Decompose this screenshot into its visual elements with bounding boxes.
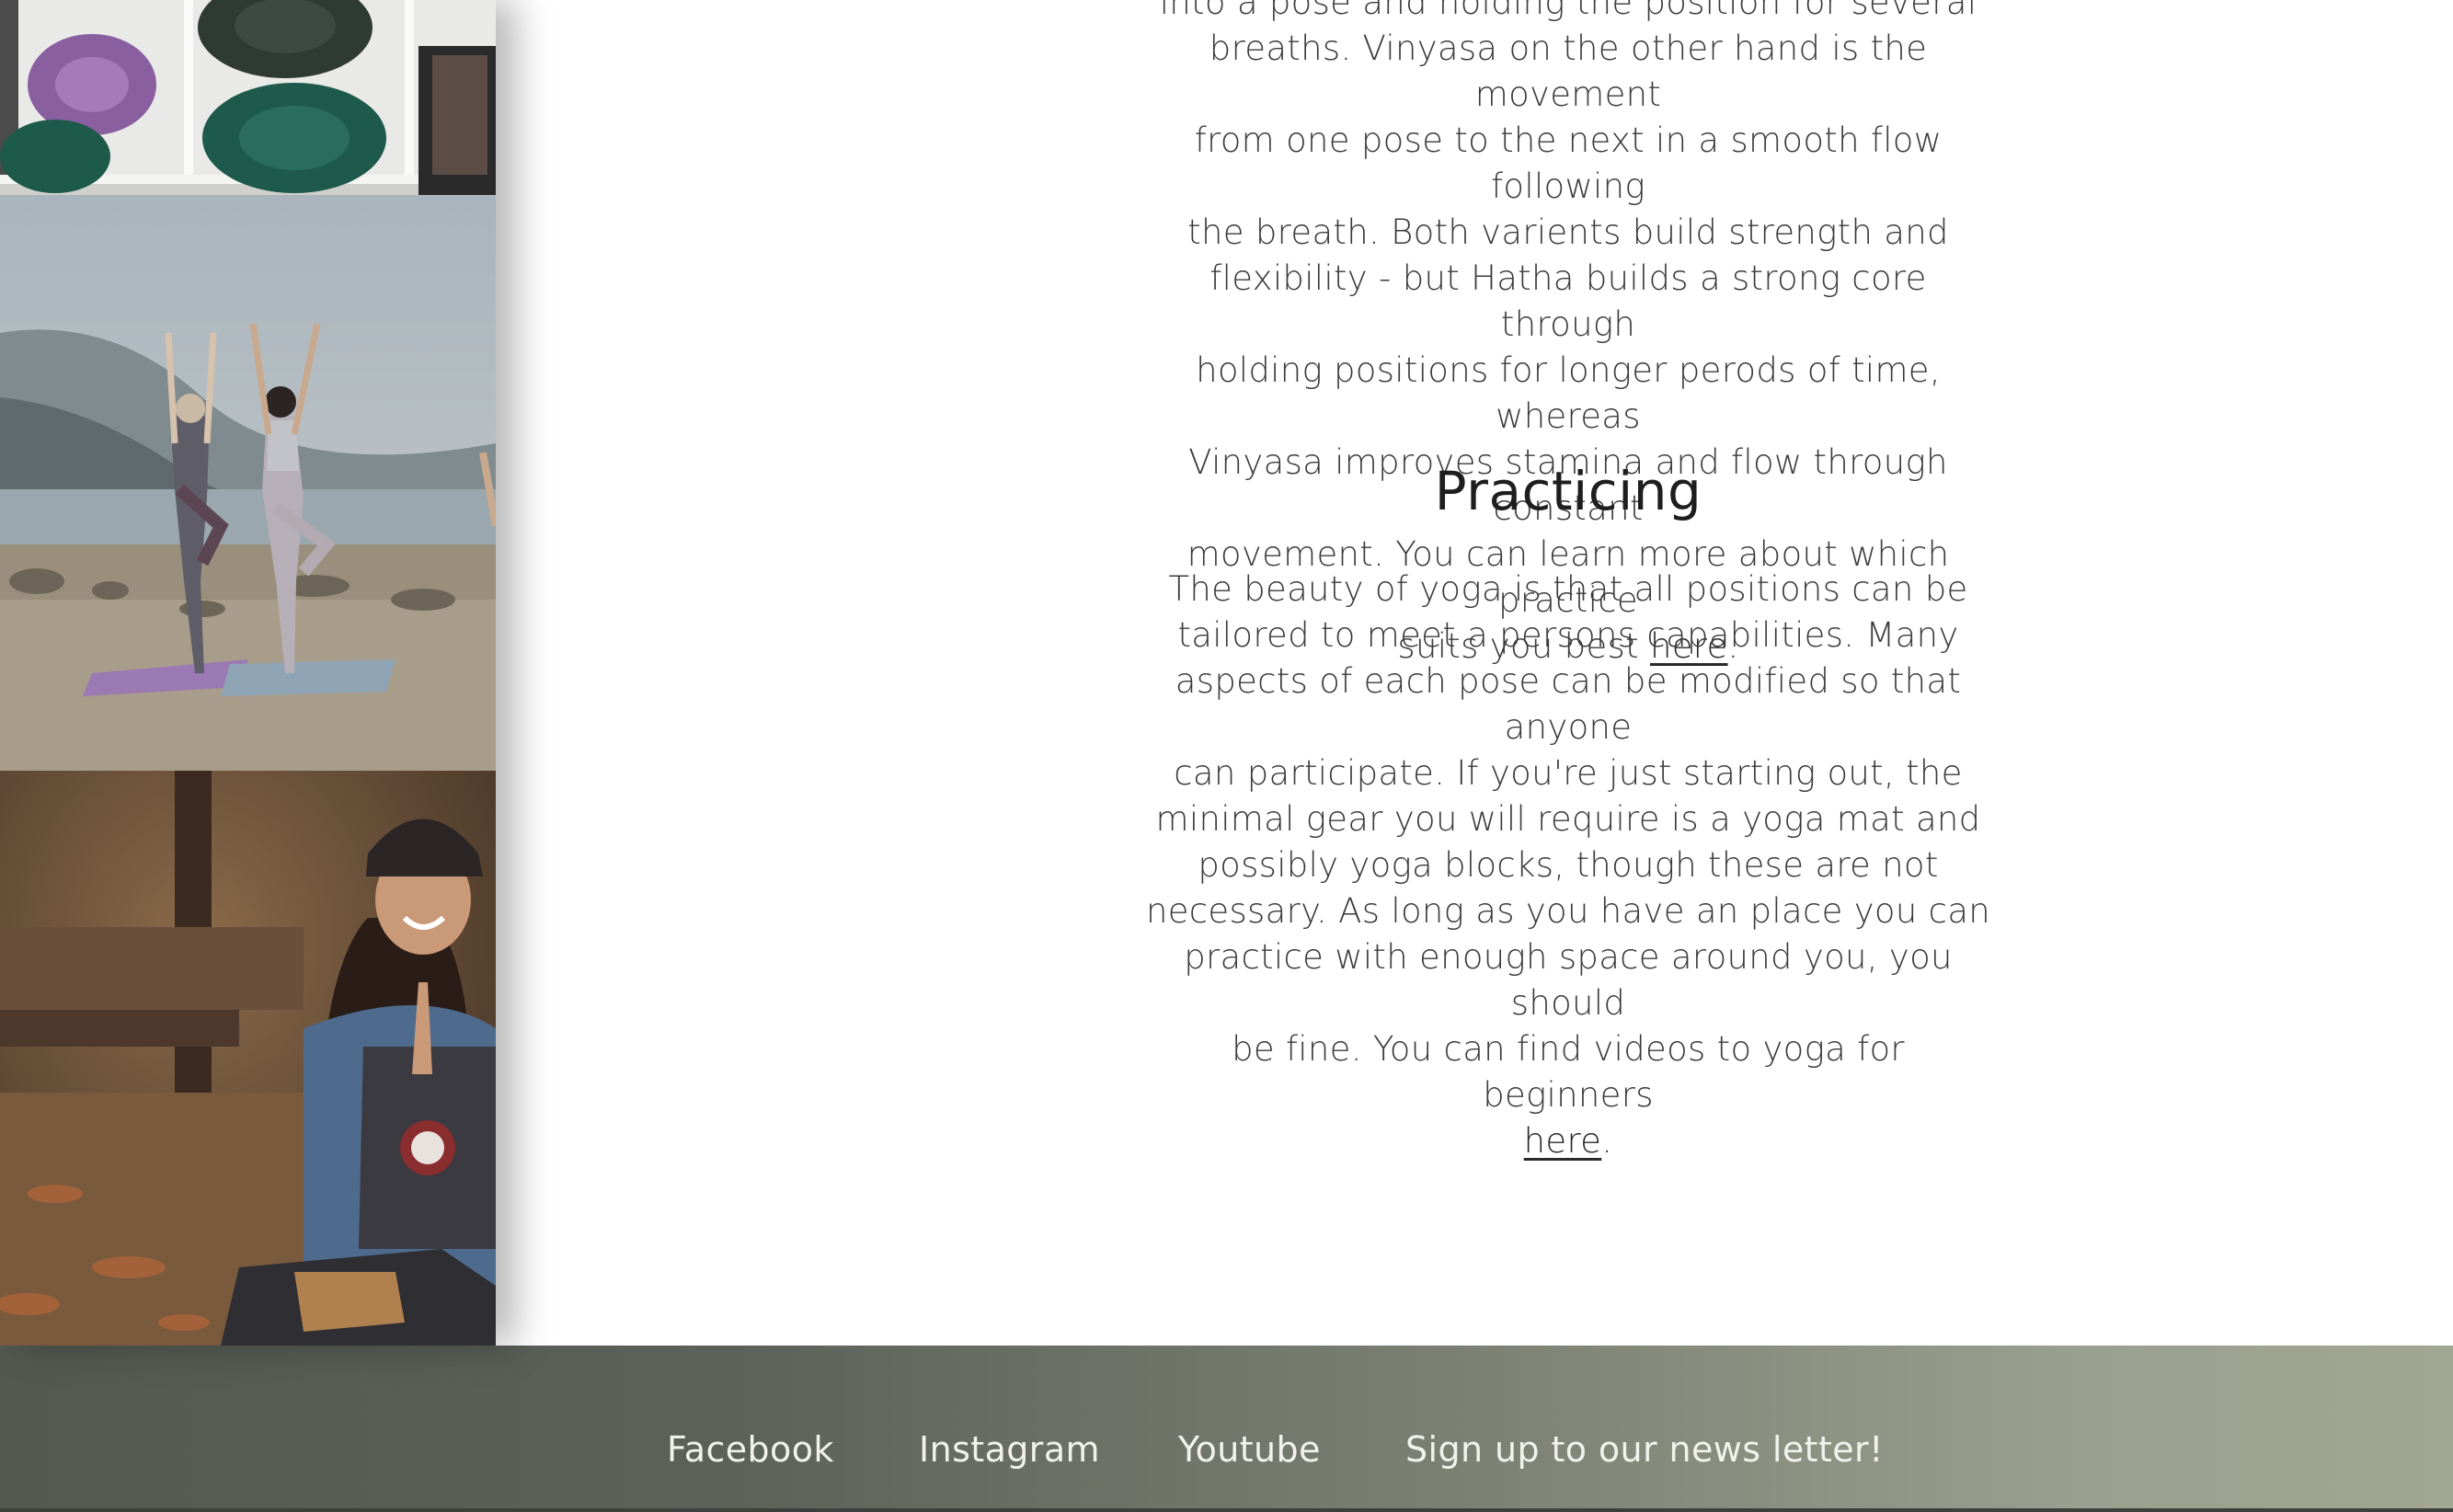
footer-nav: Facebook Instagram Youtube Sign up to ou…: [0, 1429, 2453, 1484]
footer-link-facebook[interactable]: Facebook: [667, 1429, 834, 1470]
intro-line: breaths. Vinyasa on the other hand is th…: [1209, 29, 1928, 114]
practice-line: aspects of each pose can be modified so …: [1175, 661, 1962, 747]
intro-line: holding positions for longer perods of t…: [1196, 350, 1941, 436]
intro-line: into a pose and holding the position for…: [1159, 0, 1977, 22]
section-heading-practicing: Practicing: [1434, 460, 1702, 522]
practice-line: tailored to meet a persons capabilities.…: [1177, 615, 1959, 655]
practice-line: be fine. You can find videos to yoga for…: [1232, 1029, 1905, 1115]
site-footer: Facebook Instagram Youtube Sign up to ou…: [0, 1346, 2453, 1512]
practice-line: The beauty of yoga is that all positions…: [1168, 569, 1968, 609]
footer-link-instagram[interactable]: Instagram: [919, 1429, 1100, 1470]
practice-line: necessary. As long as you have an place …: [1145, 891, 1991, 931]
practice-period: .: [1601, 1121, 1613, 1161]
beginner-videos-link[interactable]: here: [1524, 1121, 1602, 1161]
footer-divider: [0, 1508, 2453, 1512]
practice-line: practice with enough space around you, y…: [1184, 937, 1953, 1023]
footer-link-newsletter[interactable]: Sign up to our news letter!: [1405, 1429, 1884, 1470]
practicing-paragraph: The beauty of yoga is that all positions…: [1145, 567, 1991, 1164]
practice-line: can participate. If you're just starting…: [1174, 753, 1963, 793]
intro-line: the breath. Both varients build strength…: [1187, 212, 1949, 252]
practice-line: minimal gear you will require is a yoga …: [1155, 799, 1981, 839]
beach-tree-pose-photo: [0, 195, 496, 771]
yoga-mats-shelf-photo: [0, 0, 496, 195]
woman-meditating-photo: [0, 771, 496, 1346]
intro-line: flexibility - but Hatha builds a strong …: [1209, 258, 1927, 344]
page: into a pose and holding the position for…: [0, 0, 2453, 1512]
practice-line: possibly yoga blocks, though these are n…: [1198, 845, 1939, 885]
intro-line: from one pose to the next in a smooth fl…: [1194, 120, 1943, 206]
photo-sidebar: [0, 0, 496, 1346]
footer-link-youtube[interactable]: Youtube: [1178, 1429, 1321, 1470]
